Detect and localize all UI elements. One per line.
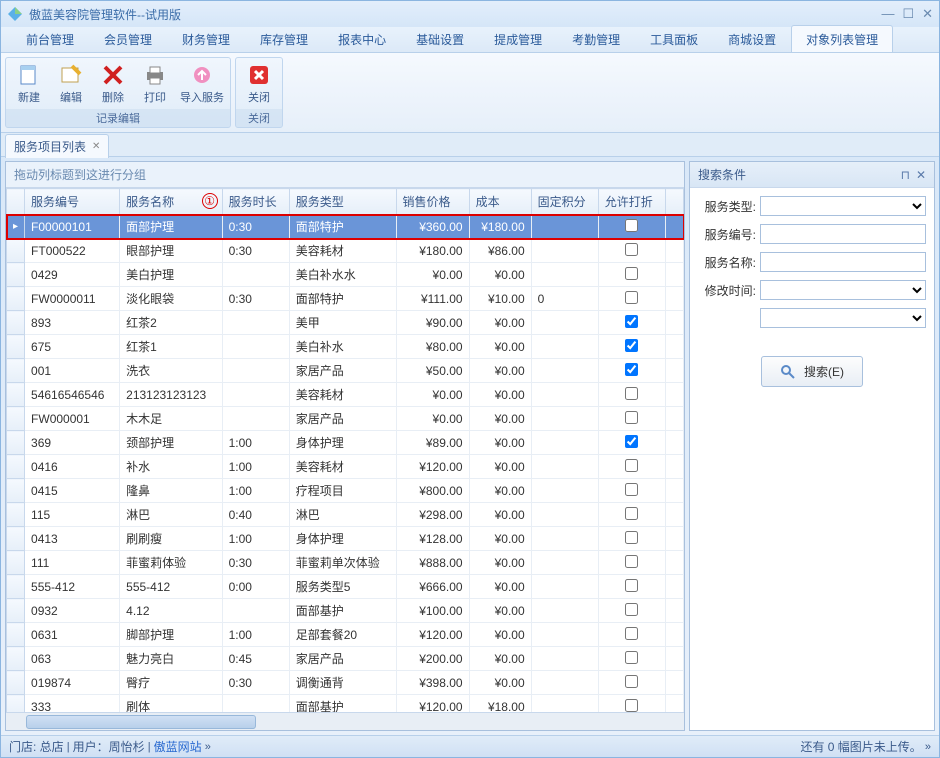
table-row[interactable]: 675红茶1美白补水¥80.00¥0.00 — [7, 335, 684, 359]
allow-discount-checkbox[interactable] — [625, 363, 638, 376]
column-header[interactable]: 固定积分 — [531, 189, 598, 215]
table-row[interactable]: 0631脚部护理1:00足部套餐20¥120.00¥0.00 — [7, 623, 684, 647]
column-header[interactable]: 服务编号 — [25, 189, 120, 215]
table-row[interactable]: 0429美白护理美白补水水¥0.00¥0.00 — [7, 263, 684, 287]
column-header[interactable]: 允许打折 — [598, 189, 665, 215]
edit-button[interactable]: 编辑 — [50, 60, 92, 107]
allow-discount-checkbox[interactable] — [625, 291, 638, 304]
column-header[interactable]: 服务名称① — [120, 189, 222, 215]
group-by-hint[interactable]: 拖动列标题到这进行分组 — [6, 162, 684, 188]
minimize-button[interactable]: — — [881, 6, 894, 22]
table-row[interactable]: 0416补水1:00美容耗材¥120.00¥0.00 — [7, 455, 684, 479]
allow-discount-checkbox[interactable] — [625, 387, 638, 400]
allow-discount-checkbox[interactable] — [625, 483, 638, 496]
ribbon: 新建 编辑 删除 打印 导入服务 记录编辑 关闭 关闭 — [1, 53, 939, 133]
menu-tab[interactable]: 商城设置 — [713, 25, 791, 52]
modify-time-select-2[interactable] — [760, 308, 926, 328]
column-header[interactable]: 成本 — [469, 189, 531, 215]
close-button[interactable]: 关闭 — [238, 60, 280, 107]
table-row[interactable]: 115淋巴0:40淋巴¥298.00¥0.00 — [7, 503, 684, 527]
allow-discount-checkbox[interactable] — [625, 579, 638, 592]
modify-time-select[interactable] — [760, 280, 926, 300]
allow-discount-checkbox[interactable] — [625, 507, 638, 520]
table-row[interactable]: 09324.12面部基护¥100.00¥0.00 — [7, 599, 684, 623]
app-logo-icon — [7, 6, 23, 22]
statusbar: 门店: 总店 | 用户：周怡杉 | 傲蓝网站 » 还有 0 幅图片未上传。 » — [1, 735, 939, 757]
column-header[interactable]: 服务类型 — [289, 189, 396, 215]
maximize-button[interactable]: ☐ — [902, 6, 914, 22]
table-row[interactable]: FW000001木木足家居产品¥0.00¥0.00 — [7, 407, 684, 431]
panel-title: 搜索条件 — [698, 166, 746, 183]
close-panel-icon[interactable]: ✕ — [916, 168, 926, 182]
table-row[interactable]: 019874臀疗0:30调衡通背¥398.00¥0.00 — [7, 671, 684, 695]
document-tab[interactable]: 服务项目列表 ✕ — [5, 134, 109, 158]
pin-icon[interactable]: ⊓ — [901, 168, 910, 182]
service-name-input[interactable] — [760, 252, 926, 272]
grid-panel: 拖动列标题到这进行分组 服务编号服务名称①服务时长服务类型销售价格成本固定积分允… — [5, 161, 685, 731]
allow-discount-checkbox[interactable] — [625, 603, 638, 616]
service-type-select[interactable] — [760, 196, 926, 216]
titlebar: 傲蓝美容院管理软件--试用版 — ☐ ✕ — [1, 1, 939, 27]
column-header[interactable]: 销售价格 — [396, 189, 469, 215]
table-row[interactable]: 0413刷刷瘦1:00身体护理¥128.00¥0.00 — [7, 527, 684, 551]
horizontal-scrollbar[interactable] — [6, 712, 684, 730]
allow-discount-checkbox[interactable] — [625, 651, 638, 664]
menu-tab[interactable]: 财务管理 — [167, 25, 245, 52]
table-row[interactable]: 063魅力亮白0:45家居产品¥200.00¥0.00 — [7, 647, 684, 671]
table-row[interactable]: 555-412555-4120:00服务类型5¥666.00¥0.00 — [7, 575, 684, 599]
menu-tab[interactable]: 基础设置 — [401, 25, 479, 52]
allow-discount-checkbox[interactable] — [625, 315, 638, 328]
table-row[interactable]: 333刷体面部基护¥120.00¥18.00 — [7, 695, 684, 713]
allow-discount-checkbox[interactable] — [625, 411, 638, 424]
table-row[interactable]: FW0000011淡化眼袋0:30面部特护¥111.00¥10.000 — [7, 287, 684, 311]
menu-tab[interactable]: 会员管理 — [89, 25, 167, 52]
allow-discount-checkbox[interactable] — [625, 459, 638, 472]
allow-discount-checkbox[interactable] — [625, 435, 638, 448]
table-row[interactable]: 0415隆鼻1:00疗程项目¥800.00¥0.00 — [7, 479, 684, 503]
website-link[interactable]: 傲蓝网站 — [154, 738, 202, 755]
table-row[interactable]: ▸F00000101面部护理0:30面部特护¥360.00¥180.00 — [7, 215, 684, 239]
menu-tab[interactable]: 库存管理 — [245, 25, 323, 52]
allow-discount-checkbox[interactable] — [625, 243, 638, 256]
allow-discount-checkbox[interactable] — [625, 699, 638, 712]
search-icon — [780, 364, 796, 380]
menu-tab[interactable]: 提成管理 — [479, 25, 557, 52]
service-code-input[interactable] — [760, 224, 926, 244]
allow-discount-checkbox[interactable] — [625, 555, 638, 568]
table-row[interactable]: 001洗衣家居产品¥50.00¥0.00 — [7, 359, 684, 383]
ribbon-group-label: 记录编辑 — [6, 109, 230, 127]
window-title: 傲蓝美容院管理软件--试用版 — [29, 6, 881, 23]
search-button[interactable]: 搜索(E) — [761, 356, 863, 387]
table-row[interactable]: FT000522眼部护理0:30美容耗材¥180.00¥86.00 — [7, 239, 684, 263]
column-header[interactable]: 服务时长 — [222, 189, 289, 215]
allow-discount-checkbox[interactable] — [625, 267, 638, 280]
table-row[interactable]: 111菲蜜莉体验0:30菲蜜莉单次体验¥888.00¥0.00 — [7, 551, 684, 575]
menubar: 前台管理会员管理财务管理库存管理报表中心基础设置提成管理考勤管理工具面板商城设置… — [1, 27, 939, 53]
table-row[interactable]: 369颈部护理1:00身体护理¥89.00¥0.00 — [7, 431, 684, 455]
allow-discount-checkbox[interactable] — [625, 339, 638, 352]
close-window-button[interactable]: ✕ — [922, 6, 933, 22]
menu-tab[interactable]: 前台管理 — [11, 25, 89, 52]
document-tab-bar: 服务项目列表 ✕ — [1, 133, 939, 157]
new-button[interactable]: 新建 — [8, 60, 50, 107]
table-row[interactable]: 54616546546213123123123美容耗材¥0.00¥0.00 — [7, 383, 684, 407]
menu-tab[interactable]: 对象列表管理 — [791, 25, 893, 52]
menu-tab[interactable]: 考勤管理 — [557, 25, 635, 52]
import-button[interactable]: 导入服务 — [176, 60, 228, 107]
search-panel: 搜索条件 ⊓ ✕ 服务类型: 服务编号: 服务名称: 修改时间: 搜索(E) — [689, 161, 935, 731]
allow-discount-checkbox[interactable] — [625, 675, 638, 688]
data-table[interactable]: 服务编号服务名称①服务时长服务类型销售价格成本固定积分允许打折 ▸F000001… — [6, 188, 684, 712]
print-button[interactable]: 打印 — [134, 60, 176, 107]
table-row[interactable]: 893红茶2美甲¥90.00¥0.00 — [7, 311, 684, 335]
delete-button[interactable]: 删除 — [92, 60, 134, 107]
menu-tab[interactable]: 报表中心 — [323, 25, 401, 52]
allow-discount-checkbox[interactable] — [625, 627, 638, 640]
close-tab-icon[interactable]: ✕ — [92, 141, 100, 152]
allow-discount-checkbox[interactable] — [625, 219, 638, 232]
menu-tab[interactable]: 工具面板 — [635, 25, 713, 52]
ribbon-group-label: 关闭 — [236, 109, 282, 127]
allow-discount-checkbox[interactable] — [625, 531, 638, 544]
